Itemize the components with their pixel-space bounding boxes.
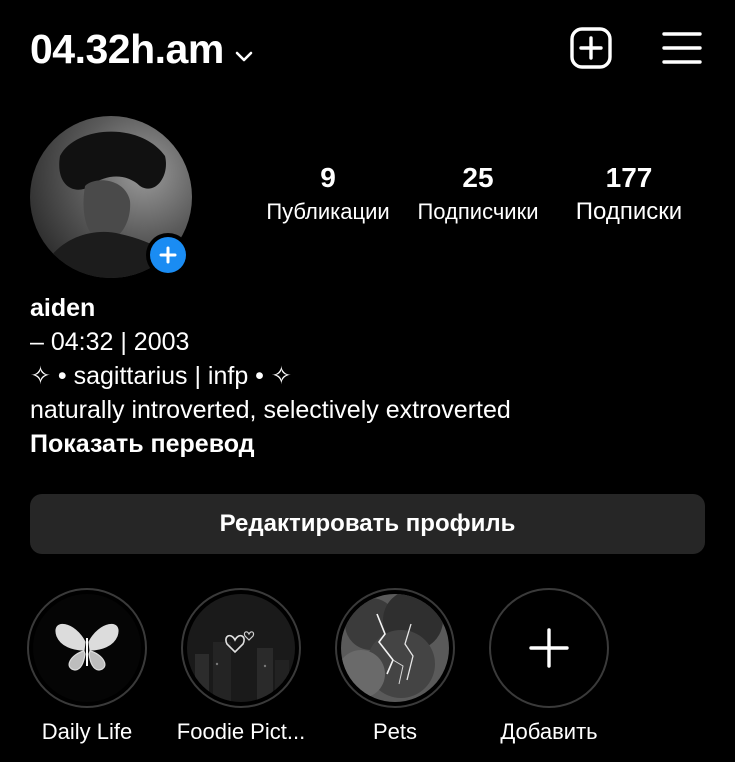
stat-posts[interactable]: 9 Публикации — [260, 160, 396, 228]
plus-icon — [150, 237, 186, 273]
butterfly-image — [33, 594, 141, 702]
storm-clouds-image — [341, 594, 449, 702]
city-night-image — [187, 594, 295, 702]
top-bar: 04.32h.am — [0, 0, 735, 96]
bio-line: ✧ • sagittarius | infp • ✧ — [30, 362, 292, 390]
stat-following[interactable]: 177 Подписки — [562, 160, 696, 228]
highlight-label: Pets — [372, 719, 418, 744]
stat-value: 25 — [462, 162, 494, 193]
add-highlight-button[interactable]: Добавить — [474, 588, 624, 746]
highlight-pets[interactable]: Pets — [320, 588, 470, 746]
plus-icon — [495, 594, 603, 702]
bio-line: naturally introverted, selectively extro… — [30, 396, 511, 424]
highlight-foodie[interactable]: Foodie Pict... — [166, 588, 316, 746]
add-story-button[interactable] — [146, 233, 190, 277]
profile-avatar[interactable] — [30, 116, 192, 278]
highlight-ring — [181, 588, 301, 708]
stat-label: Публикации — [266, 199, 390, 224]
stat-followers[interactable]: 25 Подписчики — [410, 160, 546, 228]
highlight-label: Добавить — [500, 719, 598, 744]
stat-value: 177 — [605, 162, 653, 193]
highlight-ring — [489, 588, 609, 708]
stat-value: 9 — [320, 162, 336, 193]
bio-line: – 04:32 | 2003 — [30, 328, 190, 356]
account-username: 04.32h.am — [30, 26, 224, 72]
highlight-daily-life[interactable]: Daily Life — [12, 588, 162, 746]
display-name: aiden — [30, 294, 96, 322]
highlight-ring — [335, 588, 455, 708]
edit-profile-button[interactable]: Редактировать профиль — [30, 494, 705, 554]
account-switcher[interactable]: 04.32h.am — [30, 24, 254, 74]
show-translation-link[interactable]: Показать перевод — [30, 427, 511, 461]
plus-square-icon[interactable] — [569, 26, 613, 70]
highlight-label: Daily Life — [41, 719, 133, 744]
hamburger-menu-icon[interactable] — [660, 26, 704, 70]
stat-label: Подписчики — [417, 199, 539, 224]
highlight-label: Foodie Pict... — [176, 719, 306, 744]
stat-label: Подписки — [575, 198, 683, 225]
chevron-down-icon — [234, 26, 254, 74]
profile-bio: aiden – 04:32 | 2003 ✧ • sagittarius | i… — [30, 291, 511, 461]
highlight-ring — [27, 588, 147, 708]
